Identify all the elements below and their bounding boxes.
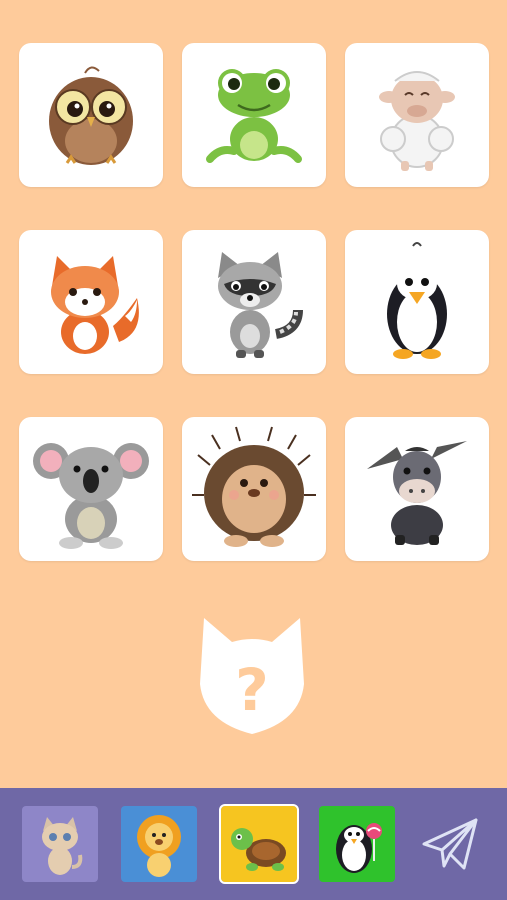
card-donkey[interactable] <box>345 417 489 561</box>
bottom-bar <box>0 788 507 900</box>
send-button[interactable] <box>418 812 482 876</box>
mystery-animal-slot[interactable]: ? <box>196 614 308 736</box>
koala-icon <box>33 443 149 549</box>
hedgehog-icon <box>192 426 316 547</box>
card-koala[interactable] <box>19 417 163 561</box>
frog-icon <box>206 69 302 163</box>
tray-item-cat[interactable] <box>22 806 98 882</box>
paper-plane-icon <box>422 818 478 870</box>
tray-item-turtle[interactable] <box>219 804 299 884</box>
card-sheep[interactable] <box>345 43 489 187</box>
raccoon-icon <box>218 252 303 358</box>
card-owl[interactable] <box>19 43 163 187</box>
donkey-icon <box>367 441 467 545</box>
penguin-icon <box>387 242 447 359</box>
card-hedgehog[interactable] <box>182 417 326 561</box>
lion-icon <box>137 815 181 877</box>
fox-icon <box>51 256 139 354</box>
cat-icon <box>42 817 83 875</box>
turtle-icon <box>231 828 286 871</box>
sheep-icon <box>379 71 455 171</box>
card-penguin[interactable] <box>345 230 489 374</box>
card-frog[interactable] <box>182 43 326 187</box>
mystery-question-mark: ? <box>235 656 269 724</box>
card-raccoon[interactable] <box>182 230 326 374</box>
card-fox[interactable] <box>19 230 163 374</box>
owl-icon <box>49 66 133 165</box>
penguin-lollipop-icon <box>336 823 382 873</box>
tray-item-lion[interactable] <box>121 806 197 882</box>
tray-item-penguin[interactable] <box>319 806 395 882</box>
cat-head-question-icon: ? <box>200 618 304 734</box>
